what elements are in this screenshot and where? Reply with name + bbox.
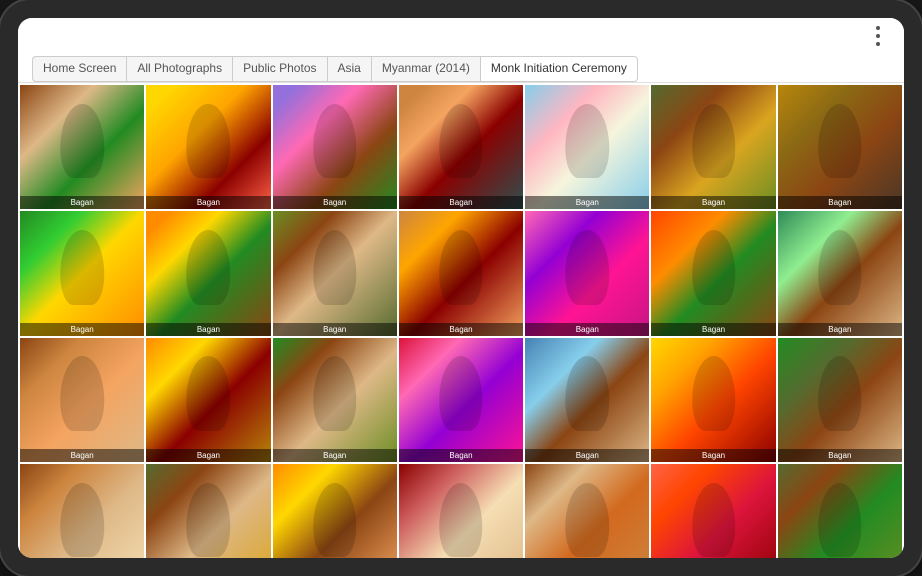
photo-cell-5[interactable]: Bagan [525,85,649,209]
header-top-row [32,26,890,52]
photo-cell-9[interactable]: Bagan [146,211,270,335]
breadcrumb-public-photos[interactable]: Public Photos [232,56,326,82]
menu-dot-2 [876,34,880,38]
photo-cell-11[interactable]: Bagan [399,211,523,335]
photo-cell-21[interactable]: Bagan [778,338,902,462]
photo-cell-8[interactable]: Bagan [20,211,144,335]
photo-cell-20[interactable]: Bagan [651,338,775,462]
photo-cell-17[interactable]: Bagan [273,338,397,462]
app-header: Home Screen All Photographs Public Photo… [18,18,904,83]
photo-cell-23[interactable]: Bagan [146,464,270,558]
photo-cell-19[interactable]: Bagan [525,338,649,462]
breadcrumb-myanmar[interactable]: Myanmar (2014) [371,56,480,82]
photo-cell-2[interactable]: Bagan [146,85,270,209]
breadcrumb-all-photographs[interactable]: All Photographs [126,56,232,82]
photo-cell-27[interactable] [651,464,775,558]
device-frame: Home Screen All Photographs Public Photo… [0,0,922,576]
photo-grid-container: BaganBaganBaganBaganBaganBaganBaganBagan… [18,83,904,558]
photo-cell-7[interactable]: Bagan [778,85,902,209]
menu-dot-1 [876,26,880,30]
photo-cell-25[interactable] [399,464,523,558]
photo-cell-26[interactable] [525,464,649,558]
breadcrumb: Home Screen All Photographs Public Photo… [32,52,890,82]
device-screen: Home Screen All Photographs Public Photo… [18,18,904,558]
photo-cell-3[interactable]: Bagan [273,85,397,209]
more-options-button[interactable] [866,26,890,46]
photo-cell-28[interactable] [778,464,902,558]
photo-cell-16[interactable]: Bagan [146,338,270,462]
photo-cell-10[interactable]: Bagan [273,211,397,335]
photo-grid: BaganBaganBaganBaganBaganBaganBaganBagan… [18,83,904,558]
breadcrumb-monk-ceremony[interactable]: Monk Initiation Ceremony [480,56,638,82]
photo-cell-6[interactable]: Bagan [651,85,775,209]
photo-cell-13[interactable]: Bagan [651,211,775,335]
photo-cell-22[interactable]: Bagan [20,464,144,558]
photo-cell-12[interactable]: Bagan [525,211,649,335]
photo-cell-24[interactable]: Bagan [273,464,397,558]
photo-cell-15[interactable]: Bagan [20,338,144,462]
breadcrumb-home[interactable]: Home Screen [32,56,126,82]
photo-cell-18[interactable]: Bagan [399,338,523,462]
breadcrumb-asia[interactable]: Asia [327,56,371,82]
photo-cell-4[interactable]: Bagan [399,85,523,209]
photo-cell-14[interactable]: Bagan [778,211,902,335]
menu-dot-3 [876,42,880,46]
photo-cell-1[interactable]: Bagan [20,85,144,209]
